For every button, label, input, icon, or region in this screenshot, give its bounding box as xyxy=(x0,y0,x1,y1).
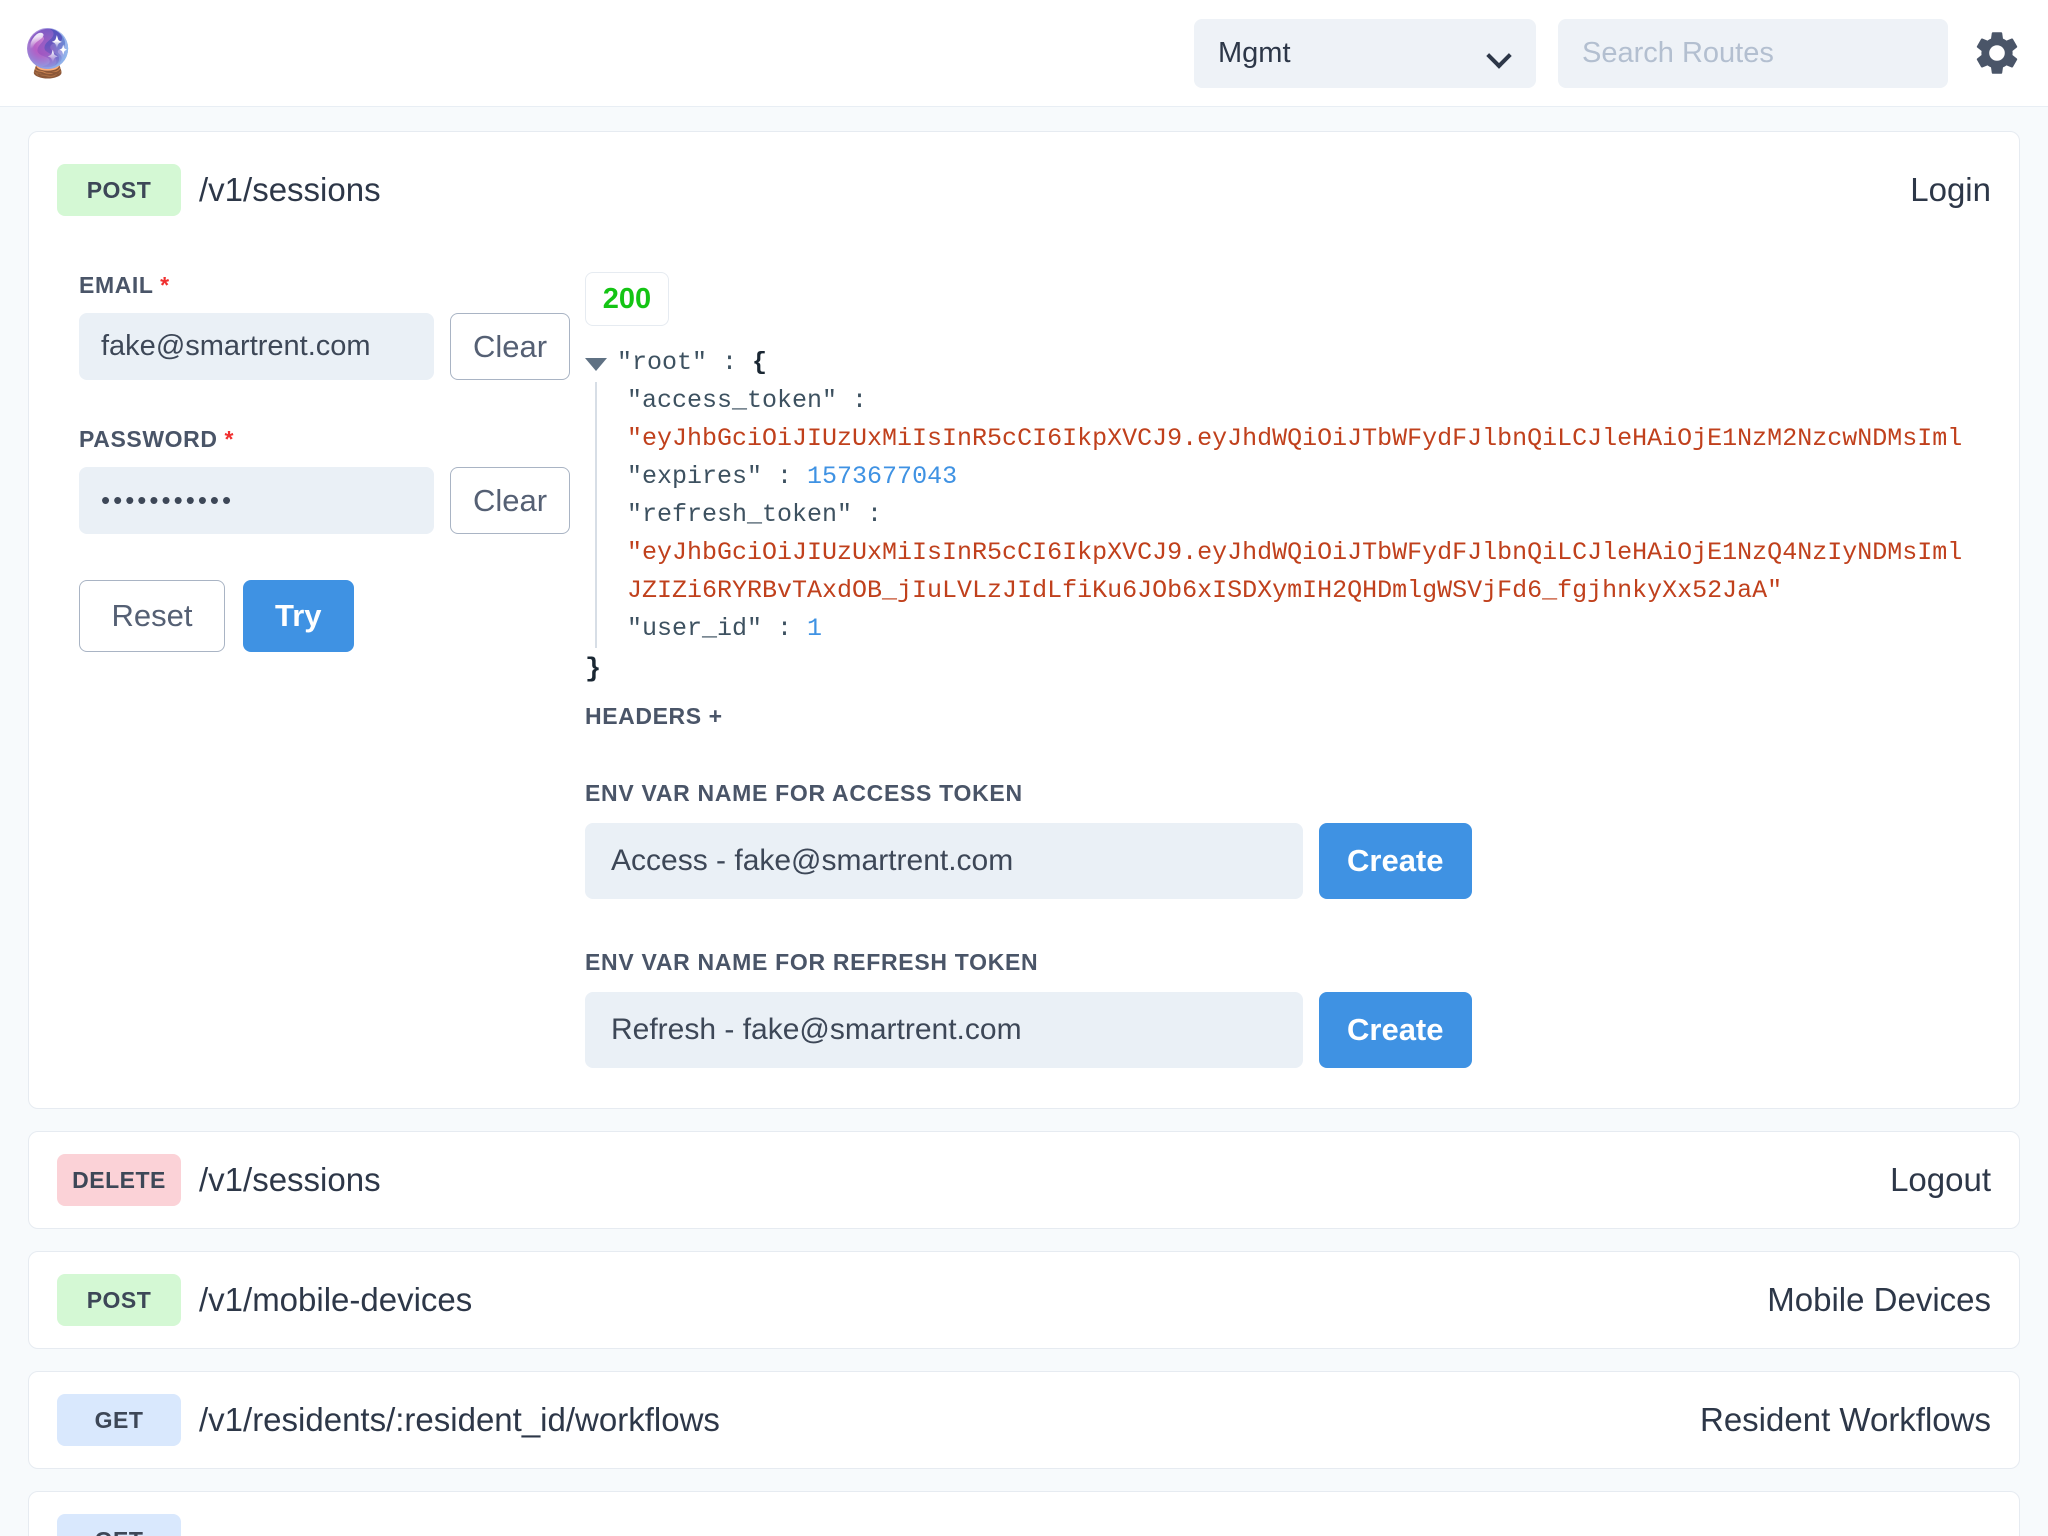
env-access-block: ENV VAR NAME FOR ACCESS TOKEN Create xyxy=(585,780,1981,899)
password-label: PASSWORD * xyxy=(79,426,585,453)
password-input[interactable] xyxy=(79,467,434,534)
env-access-row: Create xyxy=(585,823,1981,899)
json-row-value: "eyJhbGciOiJIUzUxMiIsInR5cCI6IkpXVCJ9.ey… xyxy=(627,420,1981,458)
env-access-label: ENV VAR NAME FOR ACCESS TOKEN xyxy=(585,780,1981,807)
method-badge: POST xyxy=(57,164,181,216)
route-label: Login xyxy=(1910,171,1991,209)
email-input[interactable] xyxy=(79,313,434,380)
json-colon: : xyxy=(762,614,807,643)
search-routes-input[interactable] xyxy=(1558,19,1948,88)
json-row-value-cont: JZIZi6RYRBvTAxdOB_jIuLVLzJIdLfiKu6JOb6xI… xyxy=(627,572,1981,610)
env-refresh-create-button[interactable]: Create xyxy=(1319,992,1472,1068)
password-field-row: Clear xyxy=(79,467,585,534)
gear-icon xyxy=(1971,27,2023,79)
page-content: POST /v1/sessions Login EMAIL * Clear xyxy=(0,107,2048,1536)
json-row: "expires" : 1573677043 xyxy=(627,458,1981,496)
json-root-text: "root" : { xyxy=(617,344,767,382)
method-badge: POST xyxy=(57,1274,181,1326)
top-bar: 🔮 Mgmt xyxy=(0,0,2048,107)
response-panel: 200 "root" : { "access_token" : "eyJhbGc… xyxy=(585,272,1991,1068)
password-clear-button[interactable]: Clear xyxy=(450,467,570,534)
json-row: "access_token" : xyxy=(627,382,1981,420)
json-row-value: "eyJhbGciOiJIUzUxMiIsInR5cCI6IkpXVCJ9.ey… xyxy=(627,534,1981,572)
email-label: EMAIL * xyxy=(79,272,585,299)
json-colon: : xyxy=(837,386,867,415)
route-row-resident-workflows[interactable]: GET /v1/residents/:resident_id/workflows… xyxy=(28,1371,2020,1469)
json-string-value-continued: JZIZi6RYRBvTAxdOB_jIuLVLzJIdLfiKu6JOb6xI… xyxy=(627,576,1782,605)
method-badge: GET xyxy=(57,1514,181,1536)
env-refresh-input[interactable] xyxy=(585,992,1303,1068)
json-root-row: "root" : { xyxy=(585,344,1981,382)
environment-select-value: Mgmt xyxy=(1218,37,1291,70)
method-badge: DELETE xyxy=(57,1154,181,1206)
environment-select[interactable]: Mgmt xyxy=(1194,19,1536,88)
headers-toggle[interactable]: HEADERS + xyxy=(585,703,1981,730)
json-colon: : xyxy=(852,500,882,529)
settings-button[interactable] xyxy=(1970,26,2024,80)
chevron-down-icon xyxy=(1490,47,1512,60)
json-root-key: "root" xyxy=(617,348,707,377)
route-columns: EMAIL * Clear PASSWORD * Clear xyxy=(57,272,1991,1068)
try-button[interactable]: Try xyxy=(243,580,354,652)
route-path: /v1/sessions xyxy=(199,171,381,209)
collapse-caret-icon[interactable] xyxy=(585,358,607,371)
email-clear-button[interactable]: Clear xyxy=(450,313,570,380)
active-route-header[interactable]: POST /v1/sessions Login xyxy=(57,156,1991,220)
form-actions: Reset Try xyxy=(79,580,585,652)
reset-button[interactable]: Reset xyxy=(79,580,225,652)
route-label: Mobile Devices xyxy=(1767,1281,1991,1319)
json-row: "user_id" : 1 xyxy=(627,610,1981,648)
route-row-logout[interactable]: DELETE /v1/sessions Logout xyxy=(28,1131,2020,1229)
route-row-mobile-devices[interactable]: POST /v1/mobile-devices Mobile Devices xyxy=(28,1251,2020,1349)
json-key: "refresh_token" xyxy=(627,500,852,529)
route-label: Logout xyxy=(1890,1161,1991,1199)
route-row-partial[interactable]: GET xyxy=(28,1491,2020,1536)
json-root-colon: : xyxy=(707,348,752,377)
json-string-value: "eyJhbGciOiJIUzUxMiIsInR5cCI6IkpXVCJ9.ey… xyxy=(627,538,1962,567)
password-required-marker: * xyxy=(225,426,235,452)
json-root-open: { xyxy=(752,348,767,377)
json-key: "user_id" xyxy=(627,614,762,643)
route-label: Resident Workflows xyxy=(1700,1401,1991,1439)
json-row: "refresh_token" : xyxy=(627,496,1981,534)
route-path: /v1/residents/:resident_id/workflows xyxy=(199,1401,720,1439)
route-path: /v1/sessions xyxy=(199,1161,381,1199)
json-key: "expires" xyxy=(627,462,762,491)
request-form: EMAIL * Clear PASSWORD * Clear xyxy=(57,272,585,1068)
json-close-brace: } xyxy=(585,650,1981,691)
email-label-text: EMAIL xyxy=(79,272,153,298)
json-key: "access_token" xyxy=(627,386,837,415)
status-badge: 200 xyxy=(585,272,669,326)
json-number-value: 1 xyxy=(807,614,822,643)
json-children: "access_token" : "eyJhbGciOiJIUzUxMiIsIn… xyxy=(595,382,1981,648)
json-colon: : xyxy=(762,462,807,491)
password-label-text: PASSWORD xyxy=(79,426,218,452)
env-refresh-block: ENV VAR NAME FOR REFRESH TOKEN Create xyxy=(585,949,1981,1068)
env-access-input[interactable] xyxy=(585,823,1303,899)
env-refresh-label: ENV VAR NAME FOR REFRESH TOKEN xyxy=(585,949,1981,976)
email-field-row: Clear xyxy=(79,313,585,380)
env-refresh-row: Create xyxy=(585,992,1981,1068)
route-path: /v1/mobile-devices xyxy=(199,1281,472,1319)
json-string-value: "eyJhbGciOiJIUzUxMiIsInR5cCI6IkpXVCJ9.ey… xyxy=(627,424,1962,453)
email-required-marker: * xyxy=(160,272,170,298)
env-access-create-button[interactable]: Create xyxy=(1319,823,1472,899)
active-route-card: POST /v1/sessions Login EMAIL * Clear xyxy=(28,131,2020,1109)
active-route-body: POST /v1/sessions Login EMAIL * Clear xyxy=(29,132,2019,1108)
crystal-ball-icon: 🔮 xyxy=(18,30,78,76)
json-number-value: 1573677043 xyxy=(807,462,957,491)
method-badge: GET xyxy=(57,1394,181,1446)
json-viewer: "root" : { "access_token" : "eyJhbGciOiJ… xyxy=(585,344,1981,691)
